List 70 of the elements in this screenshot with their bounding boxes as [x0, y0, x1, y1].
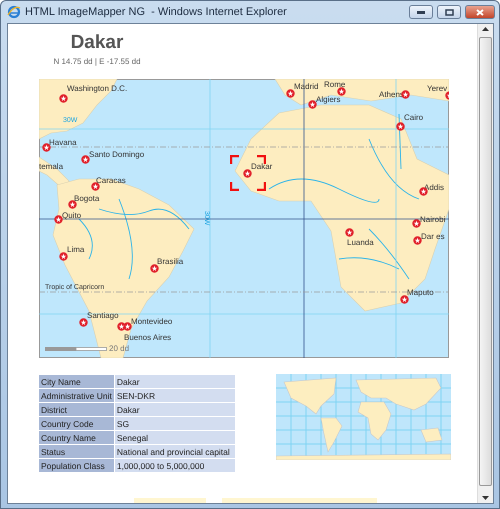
- city-marker-icon[interactable]: [42, 142, 50, 152]
- browser-logo-icon: [7, 5, 21, 19]
- field-label: District: [39, 403, 115, 416]
- city-marker-icon[interactable]: [286, 88, 294, 98]
- city-marker-icon[interactable]: [336, 86, 346, 96]
- field-label: Status: [39, 445, 115, 458]
- city-marker-icon[interactable]: [78, 318, 88, 326]
- scrollbar-thumb[interactable]: [479, 37, 492, 486]
- scroll-up-icon[interactable]: [482, 27, 489, 31]
- close-button[interactable]: [465, 5, 495, 19]
- city-marker-icon[interactable]: [396, 122, 404, 130]
- coordinates-text: N 14.75 dd | E -17.55 dd: [53, 57, 141, 66]
- city-marker-icon[interactable]: [412, 236, 422, 244]
- field-value: 1,000,000 to 5,000,000: [114, 459, 235, 472]
- city-label[interactable]: Brasilia: [157, 257, 184, 266]
- city-marker-icon[interactable]: [58, 94, 68, 102]
- city-label[interactable]: Buenos Aires: [124, 333, 172, 342]
- vertical-scrollbar[interactable]: [477, 24, 493, 503]
- city-marker-icon[interactable]: [150, 264, 158, 272]
- field-label: Administrative Unit: [39, 389, 115, 402]
- city-marker-icon[interactable]: [308, 100, 316, 108]
- scale-label: 20 dd: [109, 344, 130, 353]
- city-marker-icon[interactable]: [68, 200, 76, 208]
- city-marker-icon[interactable]: [54, 214, 62, 224]
- city-label[interactable]: Caracas: [96, 176, 126, 185]
- field-value: Dakar: [114, 403, 235, 416]
- field-label: Country Name: [39, 431, 115, 444]
- minimize-button[interactable]: [409, 5, 433, 19]
- city-label[interactable]: Santo Domingo: [89, 150, 144, 159]
- city-marker-icon[interactable]: [242, 168, 252, 178]
- field-value: National and provincial capital: [114, 445, 235, 458]
- window-title: HTML ImageMapper NG - Windows Internet Explorer: [25, 6, 288, 18]
- city-label[interactable]: Dar es: [421, 232, 445, 241]
- city-marker-icon[interactable]: [90, 182, 100, 190]
- city-label[interactable]: Dakar: [251, 162, 272, 171]
- field-value: SG: [114, 417, 235, 430]
- city-label[interactable]: Yerev: [427, 84, 448, 93]
- city-label[interactable]: Quito: [62, 211, 82, 220]
- city-marker-icon[interactable]: [116, 322, 126, 330]
- close-icon: [476, 8, 484, 16]
- city-label[interactable]: Addis: [424, 183, 444, 192]
- city-label[interactable]: Rome: [324, 80, 346, 89]
- field-label: Country Code: [39, 417, 115, 430]
- city-label[interactable]: Washington D.C.: [67, 84, 128, 93]
- field-value: Dakar: [114, 375, 235, 388]
- city-label[interactable]: Havana: [49, 138, 77, 147]
- scale-bar: [45, 346, 107, 350]
- city-label[interactable]: Bogota: [74, 194, 100, 203]
- city-label[interactable]: Santiago: [87, 311, 119, 320]
- city-label[interactable]: Maputo: [407, 288, 434, 297]
- minimize-icon: [417, 10, 425, 14]
- city-marker-icon[interactable]: [80, 154, 90, 164]
- field-label: Population Class: [39, 459, 115, 472]
- scroll-down-icon[interactable]: [482, 496, 489, 500]
- city-label[interactable]: Algiers: [316, 95, 340, 104]
- city-marker-icon[interactable]: [412, 218, 420, 228]
- field-value: Senegal: [114, 431, 235, 444]
- city-label[interactable]: Luanda: [347, 238, 374, 247]
- field-value: SEN-DKR: [114, 389, 235, 402]
- city-label[interactable]: Montevideo: [131, 317, 172, 326]
- city-marker-icon[interactable]: [58, 252, 68, 260]
- city-label[interactable]: Cairo: [404, 113, 424, 122]
- city-marker-icon[interactable]: [344, 228, 354, 236]
- city-title: Dakar: [70, 32, 124, 54]
- banner-placeholder: [134, 498, 206, 503]
- city-label[interactable]: Lima: [67, 245, 84, 254]
- field-label: City Name: [39, 375, 115, 388]
- maximize-icon: [444, 8, 454, 16]
- city-marker-icon[interactable]: [400, 294, 408, 304]
- maximize-button[interactable]: [437, 5, 461, 19]
